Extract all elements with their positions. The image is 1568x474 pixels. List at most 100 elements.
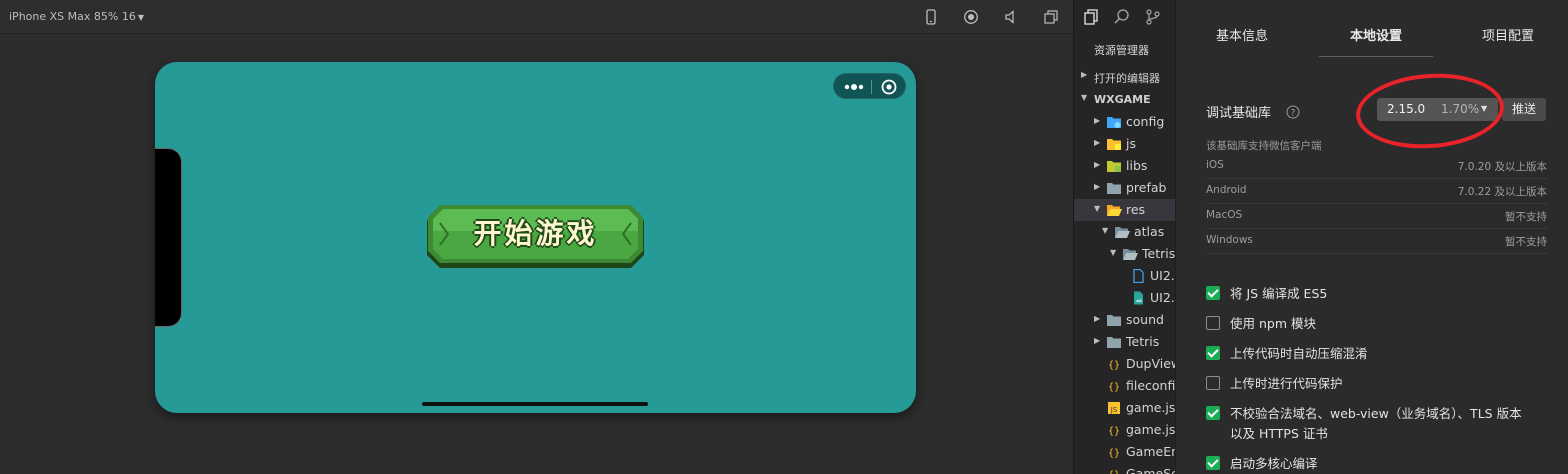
client-platform: iOS	[1206, 159, 1224, 171]
window-icon[interactable]	[1043, 9, 1059, 25]
tree-item[interactable]: ▼ atlas	[1074, 221, 1175, 243]
checkbox[interactable]	[1206, 406, 1220, 420]
tree-item[interactable]: {} DupView	[1074, 353, 1175, 375]
chevron-down-icon: ▼	[1081, 93, 1088, 102]
svg-text:{}: {}	[1108, 426, 1120, 437]
start-game-button[interactable]: 开始游戏	[426, 203, 645, 269]
project-section[interactable]: ▼ WXGAME	[1074, 90, 1175, 110]
client-requirement: 7.0.22 及以上版本	[1457, 186, 1547, 198]
tree-item[interactable]: ▶ prefab	[1074, 177, 1175, 199]
chevron-right-icon: ▶	[1094, 314, 1101, 323]
close-target-icon[interactable]	[880, 78, 898, 96]
tree-item[interactable]: ▶ js	[1074, 133, 1175, 155]
option-label: 上传代码时自动压缩混淆	[1230, 346, 1368, 361]
client-requirement: 7.0.20 及以上版本	[1457, 161, 1547, 173]
chevron-right-icon: ▶	[1094, 138, 1101, 147]
svg-text:?: ?	[1291, 109, 1296, 119]
start-game-label: 开始游戏	[473, 217, 598, 250]
file-explorer: 资源管理器 ▶ 打开的编辑器 ▼ WXGAME ▶ config ▶ js ▶ libs ▶…	[1073, 0, 1175, 474]
tab-basic-info[interactable]: 基本信息	[1216, 25, 1268, 44]
tree-item[interactable]: UI2.	[1074, 265, 1175, 287]
capsule-divider	[871, 80, 872, 94]
checkbox[interactable]	[1206, 376, 1220, 390]
device-select-label: iPhone XS Max 85% 16	[9, 10, 136, 23]
tree-item-label: libs	[1126, 158, 1148, 173]
tree-item[interactable]: ▶ libs	[1074, 155, 1175, 177]
tree-item-label: Tetris	[1126, 334, 1160, 349]
js-file-icon: JS	[1106, 401, 1122, 415]
chevron-down-icon: ▼	[1094, 204, 1101, 213]
help-icon[interactable]: ?	[1286, 104, 1300, 119]
tree-item[interactable]: ▼ Tetris	[1074, 243, 1175, 265]
checkbox[interactable]	[1206, 316, 1220, 330]
project-label: WXGAME	[1094, 93, 1151, 106]
client-platform: MacOS	[1206, 209, 1243, 221]
explorer-tabs	[1074, 0, 1175, 34]
image-file-icon	[1130, 291, 1146, 305]
option-label: 上传时进行代码保护	[1230, 376, 1343, 391]
tree-item[interactable]: {} GameSc	[1074, 463, 1175, 474]
device-select[interactable]: iPhone XS Max 85% 16 ▼	[9, 10, 144, 23]
folder-js-icon	[1106, 137, 1122, 151]
folder-icon	[1106, 181, 1122, 195]
lib-version-select[interactable]: 2.15.0 1.70% ▼	[1377, 98, 1498, 121]
tree-item[interactable]: JS game.js	[1074, 397, 1175, 419]
version-share: 1.70%	[1441, 102, 1480, 116]
chevron-right-icon: ▶	[1094, 116, 1101, 125]
files-icon[interactable]	[1082, 8, 1100, 26]
file-icon	[1130, 269, 1146, 283]
tree-item-label: prefab	[1126, 180, 1167, 195]
search-icon[interactable]	[1113, 8, 1131, 26]
client-requirement: 暂不支持	[1505, 211, 1547, 223]
tree-item-label: js	[1126, 136, 1136, 151]
phone-notch	[155, 148, 182, 327]
tree-item-label: GameSc	[1126, 466, 1175, 474]
json-file-icon: {}	[1106, 445, 1122, 459]
folder-lib-icon	[1106, 159, 1122, 173]
tab-local-settings[interactable]: 本地设置	[1350, 25, 1402, 44]
checkbox[interactable]	[1206, 346, 1220, 360]
tree-item[interactable]: ▶ sound	[1074, 309, 1175, 331]
simulator-panel: iPhone XS Max 85% 16 ▼ 开始游戏	[0, 0, 1073, 474]
record-icon[interactable]	[963, 9, 979, 25]
tree-item-label: DupView	[1126, 356, 1175, 371]
tree-item[interactable]: UI2.	[1074, 287, 1175, 309]
tree-item[interactable]: {} GameEn	[1074, 441, 1175, 463]
tree-item[interactable]: {} fileconfi	[1074, 375, 1175, 397]
tree-item[interactable]: ▼ res	[1074, 199, 1175, 221]
open-editors-label: 打开的编辑器	[1094, 72, 1160, 85]
folder-icon	[1106, 335, 1122, 349]
tree-item[interactable]: ▶ config	[1074, 111, 1175, 133]
svg-text:{}: {}	[1108, 360, 1120, 371]
tree-item-label: fileconfi	[1126, 378, 1175, 393]
phone-icon[interactable]	[923, 9, 939, 25]
tree-item[interactable]: ▶ Tetris	[1074, 331, 1175, 353]
client-row: MacOS 暂不支持	[1206, 204, 1547, 229]
client-row: Android 7.0.22 及以上版本	[1206, 179, 1547, 204]
open-editors-section[interactable]: ▶ 打开的编辑器	[1074, 67, 1175, 87]
explorer-title: 资源管理器	[1094, 44, 1149, 57]
tree-item-label: sound	[1126, 312, 1164, 327]
folder-icon	[1106, 313, 1122, 327]
checkbox[interactable]	[1206, 456, 1220, 470]
more-icon[interactable]	[842, 78, 866, 96]
client-row: iOS 7.0.20 及以上版本	[1206, 154, 1547, 179]
folder-config-icon	[1106, 115, 1122, 129]
git-branch-icon[interactable]	[1144, 8, 1162, 26]
mute-icon[interactable]	[1003, 9, 1019, 25]
folder-open-icon	[1106, 203, 1122, 217]
tree-item[interactable]: {} game.js	[1074, 419, 1175, 441]
push-button[interactable]: 推送	[1502, 98, 1546, 121]
chevron-right-icon: ▶	[1094, 182, 1101, 191]
ide-window: iPhone XS Max 85% 16 ▼ 开始游戏 资源管理器 ▶ 打开的编…	[0, 0, 1568, 474]
svg-text:JS: JS	[1110, 406, 1118, 414]
chevron-down-icon: ▼	[1481, 104, 1488, 113]
chevron-down-icon: ▼	[1102, 226, 1109, 235]
option-label: 将 JS 编译成 ES5	[1230, 286, 1328, 301]
option-label: 不校验合法域名、web-view（业务域名）、TLS 版本以及 HTTPS 证书	[1230, 406, 1522, 441]
version-value: 2.15.0	[1387, 102, 1426, 116]
checkbox[interactable]	[1206, 286, 1220, 300]
tab-project-config[interactable]: 项目配置	[1482, 25, 1534, 44]
active-tab-indicator	[1319, 56, 1433, 57]
tree-item-label: game.js	[1126, 422, 1175, 437]
